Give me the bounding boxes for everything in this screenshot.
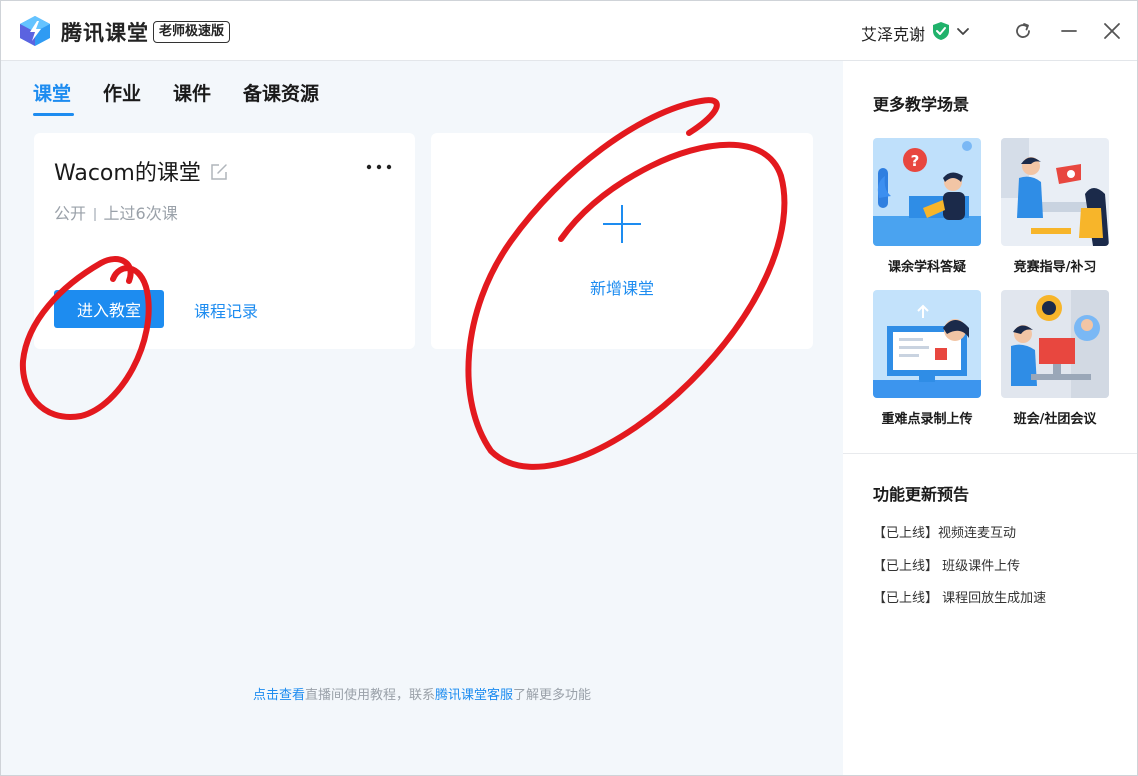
course-record-link[interactable]: 课程记录 [194, 298, 258, 322]
sidebar-divider [843, 453, 1137, 454]
scene-card-recording[interactable]: 重难点录制上传 [873, 290, 981, 427]
svg-text:?: ? [911, 152, 920, 170]
class-meta: 公开 上过6次课 [54, 200, 178, 224]
scene-label: 课余学科答疑 [887, 260, 966, 275]
meta-divider [94, 208, 96, 221]
scene-card-meeting[interactable]: 班会/社团会议 [1001, 290, 1109, 427]
customer-service-link[interactable]: 腾讯课堂客服 [435, 688, 513, 703]
tab-prep-resources[interactable]: 备课资源 [243, 79, 319, 106]
scene-qa-illustration: ? [873, 138, 981, 246]
update-item[interactable]: 【已上线】 课程回放生成加速 [873, 587, 1046, 606]
app-title: 腾讯课堂 [61, 21, 149, 45]
footer-text-1: 直播间使用教程，联系 [304, 688, 435, 703]
title-bar: 腾讯课堂 老师极速版 艾泽克谢 [1, 1, 1137, 61]
app-window: 腾讯课堂 老师极速版 艾泽克谢 课堂 作业 课件 备课资源 Wacom的课堂 公… [0, 0, 1138, 776]
app-logo-icon [20, 16, 50, 46]
update-item[interactable]: 【已上线】 班级课件上传 [873, 555, 1020, 574]
footer-text-2: 了解更多功能 [513, 688, 592, 703]
view-tutorial-link[interactable]: 点击查看 [253, 688, 305, 703]
tab-courseware[interactable]: 课件 [173, 79, 211, 106]
edit-icon[interactable] [210, 163, 228, 181]
add-class-label: 新增课堂 [589, 279, 654, 298]
scene-card-qa[interactable]: ? 课余学科答疑 [873, 138, 981, 275]
minimize-icon[interactable] [1059, 21, 1079, 41]
more-options-icon[interactable] [364, 161, 394, 173]
right-sidebar: 更多教学场景 ? 课余学科答疑 竞赛指导/补习 重难点录制上传 班会/社团会议 … [843, 61, 1137, 775]
close-icon[interactable] [1102, 21, 1122, 41]
session-count: 上过6次课 [103, 204, 178, 223]
scene-label: 竞赛指导/补习 [1013, 260, 1097, 275]
scene-label: 重难点录制上传 [881, 412, 973, 427]
enter-classroom-button[interactable]: 进入教室 [54, 290, 164, 328]
visibility-label: 公开 [54, 204, 87, 223]
scene-recording-illustration [873, 290, 981, 398]
add-class-card[interactable]: 新增课堂 [431, 133, 813, 349]
scene-tutoring-illustration [1001, 138, 1109, 246]
scene-meeting-illustration [1001, 290, 1109, 398]
chevron-down-icon[interactable] [955, 23, 971, 39]
class-title: Wacom的课堂 [54, 161, 201, 186]
active-tab-indicator [33, 113, 74, 116]
scene-label: 班会/社团会议 [1013, 412, 1097, 427]
refresh-icon[interactable] [1013, 21, 1033, 41]
updates-title: 功能更新预告 [873, 485, 970, 504]
edition-badge: 老师极速版 [153, 21, 231, 43]
update-item[interactable]: 【已上线】视频连麦互动 [873, 522, 1016, 541]
tab-homework[interactable]: 作业 [103, 79, 141, 106]
verified-shield-icon [933, 22, 949, 40]
main-content: 课堂 作业 课件 备课资源 Wacom的课堂 公开 上过6次课 进入教室 课程记录 [1, 61, 843, 775]
scenes-title: 更多教学场景 [873, 95, 970, 114]
footer-hint: 点击查看直播间使用教程，联系腾讯课堂客服了解更多功能 [1, 684, 843, 703]
tab-classroom[interactable]: 课堂 [33, 79, 71, 106]
user-name[interactable]: 艾泽克谢 [861, 21, 925, 45]
scene-card-tutoring[interactable]: 竞赛指导/补习 [1001, 138, 1109, 275]
class-card: Wacom的课堂 公开 上过6次课 进入教室 课程记录 [34, 133, 415, 349]
plus-icon [603, 205, 641, 243]
